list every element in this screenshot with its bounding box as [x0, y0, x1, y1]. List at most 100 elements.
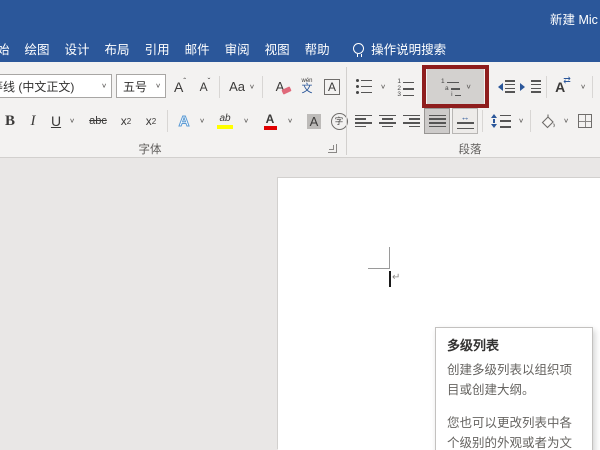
tooltip-title: 多级列表 [447, 335, 581, 354]
tab-references[interactable]: 引用 [137, 39, 177, 58]
bullets-button[interactable] [351, 73, 377, 100]
arrow-right-icon [520, 83, 529, 91]
numbering-button[interactable]: 1 2 3 [392, 73, 418, 100]
sort-button[interactable]: A Z ↓ [596, 73, 600, 100]
caret-down-icon: ˇ [208, 77, 211, 86]
divider [219, 76, 220, 98]
character-border-button[interactable]: A [320, 73, 344, 100]
group-divider [346, 67, 347, 155]
asian-layout-dropdown[interactable]: ∨ [577, 73, 589, 100]
tab-home[interactable]: 开始 [0, 39, 17, 58]
indent-lines-icon [531, 80, 541, 93]
chevron-down-icon: ∨ [380, 83, 386, 89]
eraser-icon: A [276, 79, 285, 94]
chevron-down-icon: ∨ [287, 118, 293, 124]
divider [482, 110, 483, 132]
shrink-font-glyph: A [200, 80, 208, 94]
arrow-left-icon [494, 83, 503, 91]
tooltip-paragraph: 您也可以更改列表中各个级别的外观或者为文档中的标题添加编号。 [447, 414, 581, 450]
tab-review[interactable]: 审阅 [217, 39, 257, 58]
borders-button[interactable] [574, 107, 596, 135]
highlight-color-button[interactable]: ab [212, 107, 238, 135]
word-window: 新建 Mic 开始 绘图 设计 布局 引用 邮件 审阅 视图 帮助 操作说明搜索… [0, 0, 600, 450]
chevron-down-icon: ∨ [155, 83, 161, 89]
tooltip-paragraph: 创建多级列表以组织项目或创建大纲。 [447, 361, 581, 400]
change-case-button[interactable]: Aa ∨ [224, 73, 260, 100]
chevron-down-icon: ∨ [243, 118, 249, 124]
tab-draw[interactable]: 绘图 [17, 39, 57, 58]
underline-dropdown[interactable]: ∨ [66, 107, 78, 135]
tell-me-search[interactable]: 操作说明搜索 [353, 39, 446, 58]
shrink-font-button[interactable]: A ˇ [193, 73, 217, 100]
line-spacing-dropdown[interactable]: ∨ [515, 107, 527, 135]
italic-button[interactable]: I [24, 107, 42, 135]
divider [530, 110, 531, 132]
align-left-icon [355, 115, 372, 128]
multilevel-list-tooltip: 多级列表 创建多级列表以组织项目或创建大纲。 您也可以更改列表中各个级别的外观或… [435, 327, 593, 450]
subscript-button[interactable]: x2 [114, 107, 138, 135]
underline-glyph: U [51, 113, 61, 129]
bullet-list-icon [356, 79, 372, 94]
bold-button[interactable]: B [0, 107, 20, 135]
horizontal-arrows-icon: ↔ [461, 113, 470, 122]
change-case-glyph: Aa [229, 79, 245, 94]
strikethrough-glyph: abc [89, 115, 107, 127]
highlight-dropdown[interactable]: ∨ [240, 107, 252, 135]
grow-font-button[interactable]: A ˆ [168, 73, 192, 100]
click-position-guide-horizontal [368, 268, 390, 269]
underline-button[interactable]: U [46, 107, 66, 135]
increase-indent-button[interactable] [518, 73, 542, 100]
align-right-button[interactable] [400, 107, 422, 135]
enclose-circle-icon: 字 [331, 113, 348, 130]
asian-layout-button[interactable]: A ⇄ [551, 73, 577, 100]
font-name-combo[interactable]: 等线 (中文正文) ∨ [0, 74, 112, 98]
character-border-glyph: A [324, 79, 340, 95]
font-dialog-launcher-icon[interactable] [328, 144, 337, 153]
tab-design[interactable]: 设计 [57, 39, 97, 58]
line-spacing-button[interactable] [487, 107, 515, 135]
divider [167, 110, 168, 132]
shading-button[interactable] [534, 107, 560, 135]
align-left-button[interactable] [352, 107, 374, 135]
text-effects-button[interactable]: A [172, 107, 196, 135]
tab-layout[interactable]: 布局 [97, 39, 137, 58]
clear-formatting-button[interactable]: A [266, 73, 294, 100]
font-group-label: 字体 [60, 141, 240, 157]
decrease-indent-button[interactable] [492, 73, 516, 100]
font-size-value: 五号 [117, 78, 147, 95]
chevron-down-icon: ∨ [563, 118, 569, 124]
divider [262, 76, 263, 98]
tab-view[interactable]: 视图 [257, 39, 297, 58]
shading-dropdown[interactable]: ∨ [560, 107, 572, 135]
strikethrough-button[interactable]: abc [84, 107, 112, 135]
italic-glyph: I [31, 113, 36, 130]
paint-bucket-icon [539, 113, 556, 130]
superscript-2: 2 [152, 117, 156, 126]
paragraph-mark: ↵ [392, 272, 400, 283]
annotation-highlight-box [422, 65, 489, 108]
distribute-lines-icon [457, 122, 474, 129]
text-effects-dropdown[interactable]: ∨ [196, 107, 208, 135]
borders-dropdown[interactable]: ∨ [596, 107, 600, 135]
font-size-combo[interactable]: 五号 ∨ [116, 74, 166, 98]
distribute-text-button[interactable]: ↔ [452, 108, 478, 134]
superscript-button[interactable]: x2 [139, 107, 163, 135]
align-center-button[interactable] [376, 107, 398, 135]
line-spacing-arrows-icon [491, 111, 497, 131]
tell-me-label: 操作说明搜索 [371, 39, 446, 58]
bold-glyph: B [5, 113, 15, 130]
document-title: 新建 Mic [550, 9, 598, 28]
enclose-glyph: 字 [335, 115, 344, 127]
phonetic-guide-button[interactable]: wén 文 [294, 73, 320, 100]
lightbulb-icon [353, 43, 364, 54]
font-color-dropdown[interactable]: ∨ [284, 107, 296, 135]
indent-lines-icon [505, 80, 515, 93]
tab-mailings[interactable]: 邮件 [177, 39, 217, 58]
justify-button[interactable] [424, 108, 450, 134]
tab-help[interactable]: 帮助 [297, 39, 337, 58]
character-shading-button[interactable]: A [302, 107, 326, 135]
divider [592, 76, 593, 98]
chevron-down-icon: ∨ [580, 83, 586, 89]
bullets-dropdown[interactable]: ∨ [377, 73, 389, 100]
font-color-button[interactable]: A [258, 107, 282, 135]
